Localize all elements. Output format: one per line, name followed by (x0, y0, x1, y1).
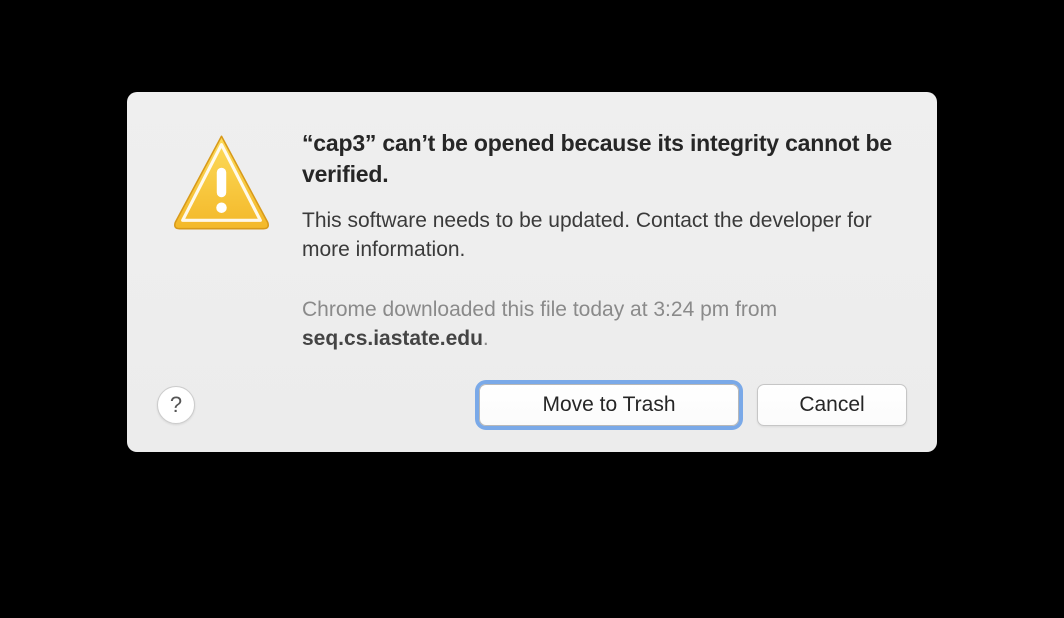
warning-triangle-icon (169, 130, 274, 235)
gatekeeper-dialog: “cap3” can’t be opened because its integ… (127, 92, 937, 452)
detail-prefix: Chrome downloaded this file today at 3:2… (302, 298, 777, 321)
dialog-detail: Chrome downloaded this file today at 3:2… (302, 295, 907, 354)
text-column: “cap3” can’t be opened because its integ… (302, 122, 907, 354)
dialog-footer: ? Move to Trash Cancel (157, 384, 907, 426)
icon-column (157, 122, 302, 240)
help-button[interactable]: ? (157, 386, 195, 424)
dialog-message: This software needs to be updated. Conta… (302, 206, 907, 265)
dialog-title: “cap3” can’t be opened because its integ… (302, 128, 907, 190)
cancel-button[interactable]: Cancel (757, 384, 907, 426)
dialog-content: “cap3” can’t be opened because its integ… (157, 122, 907, 354)
detail-suffix: . (483, 327, 489, 350)
detail-domain: seq.cs.iastate.edu (302, 327, 483, 350)
move-to-trash-button[interactable]: Move to Trash (479, 384, 739, 426)
button-group: Move to Trash Cancel (479, 384, 907, 426)
